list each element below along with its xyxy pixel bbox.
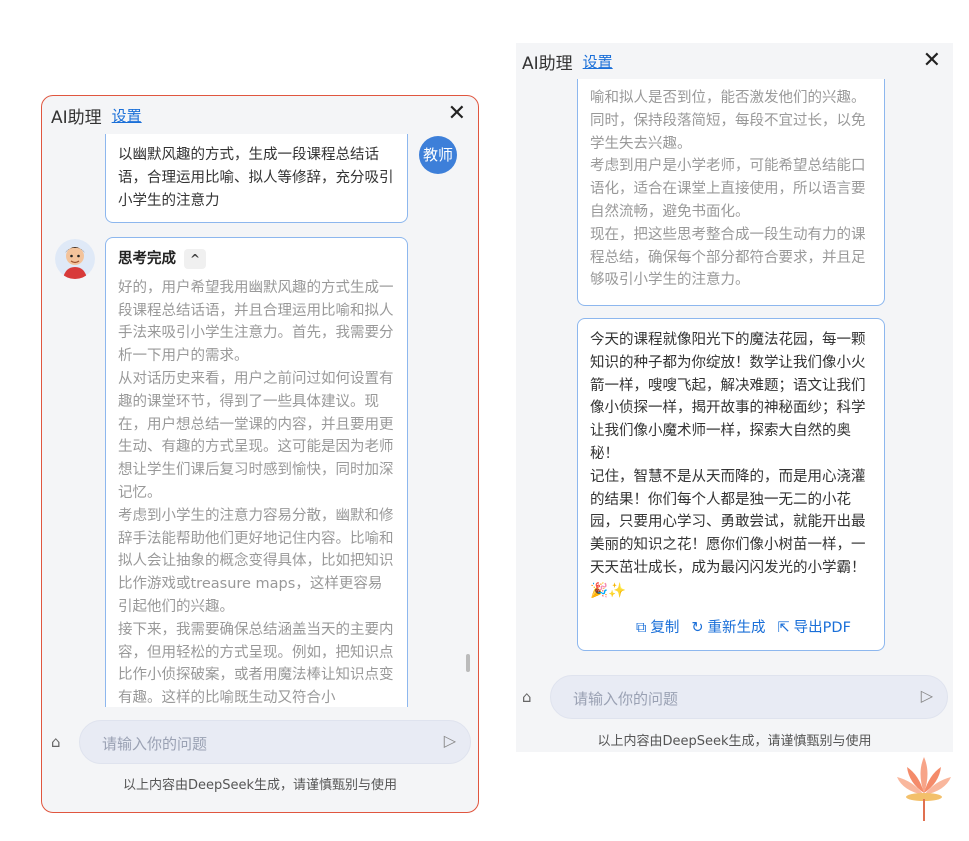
refresh-icon: ↻ [691, 620, 704, 637]
send-icon[interactable]: ▷ [921, 686, 933, 705]
settings-link[interactable]: 设置 [583, 51, 613, 72]
input-placeholder: 请输入你的问题 [102, 735, 208, 753]
export-icon: ⇱ [777, 620, 790, 637]
user-message-bubble: 以幽默风趣的方式，生成一段课程总结话语，合理运用比喻、拟人等修辞，充分吸引小学生… [105, 134, 408, 223]
think-title: 思考完成 [118, 251, 176, 267]
ai-response-bubble: 思考完成 ^ 好的，用户希望我用幽默风趣的方式生成一段课程总结话语，并且合理运用… [105, 237, 408, 707]
right-assistant-panel: AI助理 设置 ✕ 喻和拟人是否到位，能否激发他们的兴趣。同时，保持段落简短，每… [516, 43, 953, 752]
lotus-icon [895, 753, 953, 823]
panel-title: AI助理 [522, 53, 573, 74]
disclaimer-footer: 以上内容由DeepSeek生成，请谨慎甄别与使用 [597, 734, 872, 749]
think-paragraph: 从对话历史来看，用户之前问过如何设置有趣的课堂环节，得到了一些具体建议。现在，用… [118, 370, 394, 501]
ai-answer-bubble: 今天的课程就像阳光下的魔法花园，每一颗知识的种子都为你绽放！数学让我们像小火箭一… [577, 318, 885, 651]
chevron-up-icon[interactable]: ^ [184, 249, 206, 270]
regenerate-button[interactable]: ↻ 重新生成 [691, 617, 765, 640]
question-input[interactable]: 请输入你的问题 ▷ [550, 675, 948, 719]
ai-avatar [55, 239, 95, 279]
think-content: 好的，用户希望我用幽默风趣的方式生成一段课程总结话语，并且合理运用比喻和拟人手法… [118, 277, 395, 707]
think-paragraph: 好的，用户希望我用幽默风趣的方式生成一段课程总结话语，并且合理运用比喻和拟人手法… [118, 279, 394, 365]
export-pdf-button[interactable]: ⇱ 导出PDF [778, 617, 851, 640]
think-paragraph: 现在，把这些思考整合成一段生动有力的课程总结，确保每个部分都符合要求，并且足够吸… [590, 226, 866, 289]
answer-paragraph: 今天的课程就像阳光下的魔法花园，每一颗知识的种子都为你绽放！数学让我们像小火箭一… [590, 332, 866, 462]
copy-label: 复制 [650, 620, 680, 637]
answer-actions: ⧉ 复制 ↻ 重新生成 ⇱ 导出PDF [636, 617, 851, 640]
user-message-text: 以幽默风趣的方式，生成一段课程总结话语，合理运用比喻、拟人等修辞，充分吸引小学生… [118, 147, 394, 209]
left-assistant-panel: AI助理 设置 ✕ 以幽默风趣的方式，生成一段课程总结话语，合理运用比喻、拟人等… [41, 95, 479, 813]
scrollbar-thumb[interactable] [466, 654, 470, 672]
think-paragraph: 接下来，我需要确保总结涵盖当天的主要内容，但用轻松的方式呈现。例如，把知识点比作… [118, 621, 394, 707]
panel-title: AI助理 [51, 107, 102, 128]
export-label: 导出PDF [793, 620, 851, 637]
think-paragraph: 考虑到小学生的注意力容易分散，幽默和修辞手法能帮助他们更好地记住内容。比喻和拟人… [118, 507, 394, 615]
disclaimer-footer: 以上内容由DeepSeek生成，请谨慎甄别与使用 [122, 778, 398, 793]
think-bubble: 喻和拟人是否到位，能否激发他们的兴趣。同时，保持段落简短，每段不宜过长，以免学生… [577, 79, 885, 306]
think-header: 思考完成 ^ [118, 248, 395, 271]
close-icon[interactable]: ✕ [448, 101, 466, 127]
teacher-avatar: 教师 [419, 136, 457, 174]
panel-header: AI助理 设置 ✕ [42, 96, 478, 134]
broom-icon[interactable]: ⌂ [522, 688, 532, 706]
settings-link[interactable]: 设置 [112, 105, 142, 126]
close-icon[interactable]: ✕ [923, 48, 941, 74]
regenerate-label: 重新生成 [707, 620, 766, 637]
question-input[interactable]: 请输入你的问题 ▷ [79, 720, 471, 764]
panel-header: AI助理 设置 ✕ [516, 43, 953, 79]
think-paragraph: 喻和拟人是否到位，能否激发他们的兴趣。同时，保持段落简短，每段不宜过长，以免学生… [590, 90, 866, 152]
broom-icon[interactable]: ⌂ [51, 733, 61, 751]
send-icon[interactable]: ▷ [444, 731, 456, 750]
copy-button[interactable]: ⧉ 复制 [636, 617, 679, 640]
copy-icon: ⧉ [636, 620, 647, 637]
answer-paragraph: 记住，智慧不是从天而降的，而是用心浇灌的结果！你们每个人都是独一无二的小花园，只… [590, 468, 866, 599]
input-placeholder: 请输入你的问题 [573, 690, 679, 708]
think-paragraph: 考虑到用户是小学老师，可能希望总结能口语化，适合在课堂上直接使用，所以语言要自然… [590, 158, 866, 220]
think-content: 喻和拟人是否到位，能否激发他们的兴趣。同时，保持段落简短，每段不宜过长，以免学生… [590, 87, 872, 292]
